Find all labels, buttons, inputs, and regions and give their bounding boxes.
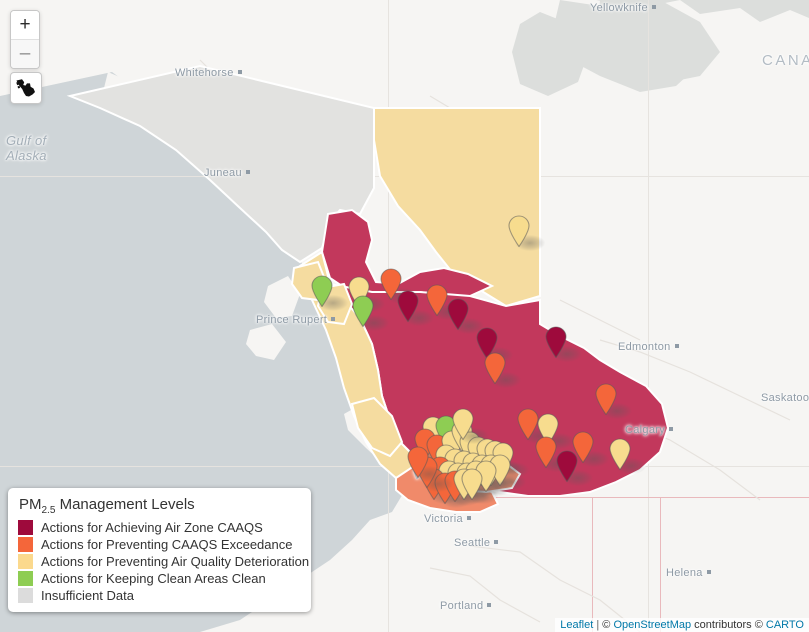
openstreetmap-link[interactable]: OpenStreetMap: [613, 619, 691, 631]
station-marker[interactable]: [311, 275, 333, 307]
legend-item: Actions for Keeping Clean Areas Clean: [18, 570, 301, 586]
station-marker[interactable]: [452, 408, 474, 440]
legend-color-swatch: [18, 519, 33, 535]
legend-item-label: Actions for Achieving Air Zone CAAQS: [41, 519, 263, 535]
legend-item-label: Insufficient Data: [41, 587, 134, 603]
legend-item-label: Actions for Keeping Clean Areas Clean: [41, 570, 266, 586]
legend-color-swatch: [18, 570, 33, 586]
zoom-in-button[interactable]: +: [11, 11, 39, 39]
legend-title-subscript: 2.5: [41, 505, 56, 516]
station-marker[interactable]: [426, 284, 448, 316]
zoom-control[interactable]: + –: [10, 10, 40, 69]
legend-title-prefix: PM: [19, 496, 42, 513]
legend-color-swatch: [18, 587, 33, 603]
station-marker[interactable]: [484, 352, 506, 384]
legend-item-label: Actions for Preventing Air Quality Deter…: [41, 553, 310, 569]
station-marker[interactable]: [545, 326, 567, 358]
station-marker[interactable]: [595, 383, 617, 415]
legend-panel: PM2.5 Management Levels Actions for Achi…: [8, 488, 311, 612]
attribution-bar: Leaflet | © OpenStreetMap contributors ©…: [555, 618, 809, 632]
legend-color-swatch: [18, 536, 33, 552]
legend-title: PM2.5 Management Levels: [19, 496, 301, 516]
contributors-text: contributors: [694, 619, 752, 631]
station-marker[interactable]: [352, 295, 374, 327]
station-marker[interactable]: [556, 450, 578, 482]
reset-view-button[interactable]: [10, 72, 42, 104]
station-marker[interactable]: [447, 298, 469, 330]
zoom-out-button[interactable]: –: [11, 39, 39, 68]
legend-item: Insufficient Data: [18, 587, 301, 603]
map-viewport[interactable]: YellowknifeCANADAWhitehorseGulf ofAlaska…: [0, 0, 809, 632]
station-marker[interactable]: [535, 436, 557, 468]
legend-item: Actions for Achieving Air Zone CAAQS: [18, 519, 301, 535]
attribution-separator: |: [596, 619, 600, 631]
legend-item: Actions for Preventing CAAQS Exceedance: [18, 536, 301, 552]
british-columbia-icon: [16, 79, 35, 97]
copyright-symbol: ©: [602, 619, 611, 631]
legend-color-swatch: [18, 553, 33, 569]
station-marker[interactable]: [397, 290, 419, 322]
station-marker[interactable]: [407, 446, 429, 478]
legend-item: Actions for Preventing Air Quality Deter…: [18, 553, 309, 569]
copyright-symbol-2: ©: [754, 619, 763, 631]
station-marker[interactable]: [461, 468, 483, 500]
legend-item-label: Actions for Preventing CAAQS Exceedance: [41, 536, 293, 552]
carto-link[interactable]: CARTO: [766, 619, 804, 631]
legend-item-list: Actions for Achieving Air Zone CAAQS Acti…: [18, 519, 309, 603]
station-marker[interactable]: [609, 438, 631, 470]
station-marker[interactable]: [508, 215, 530, 247]
leaflet-link[interactable]: Leaflet: [560, 619, 593, 631]
legend-title-suffix: Management Levels: [55, 496, 195, 513]
